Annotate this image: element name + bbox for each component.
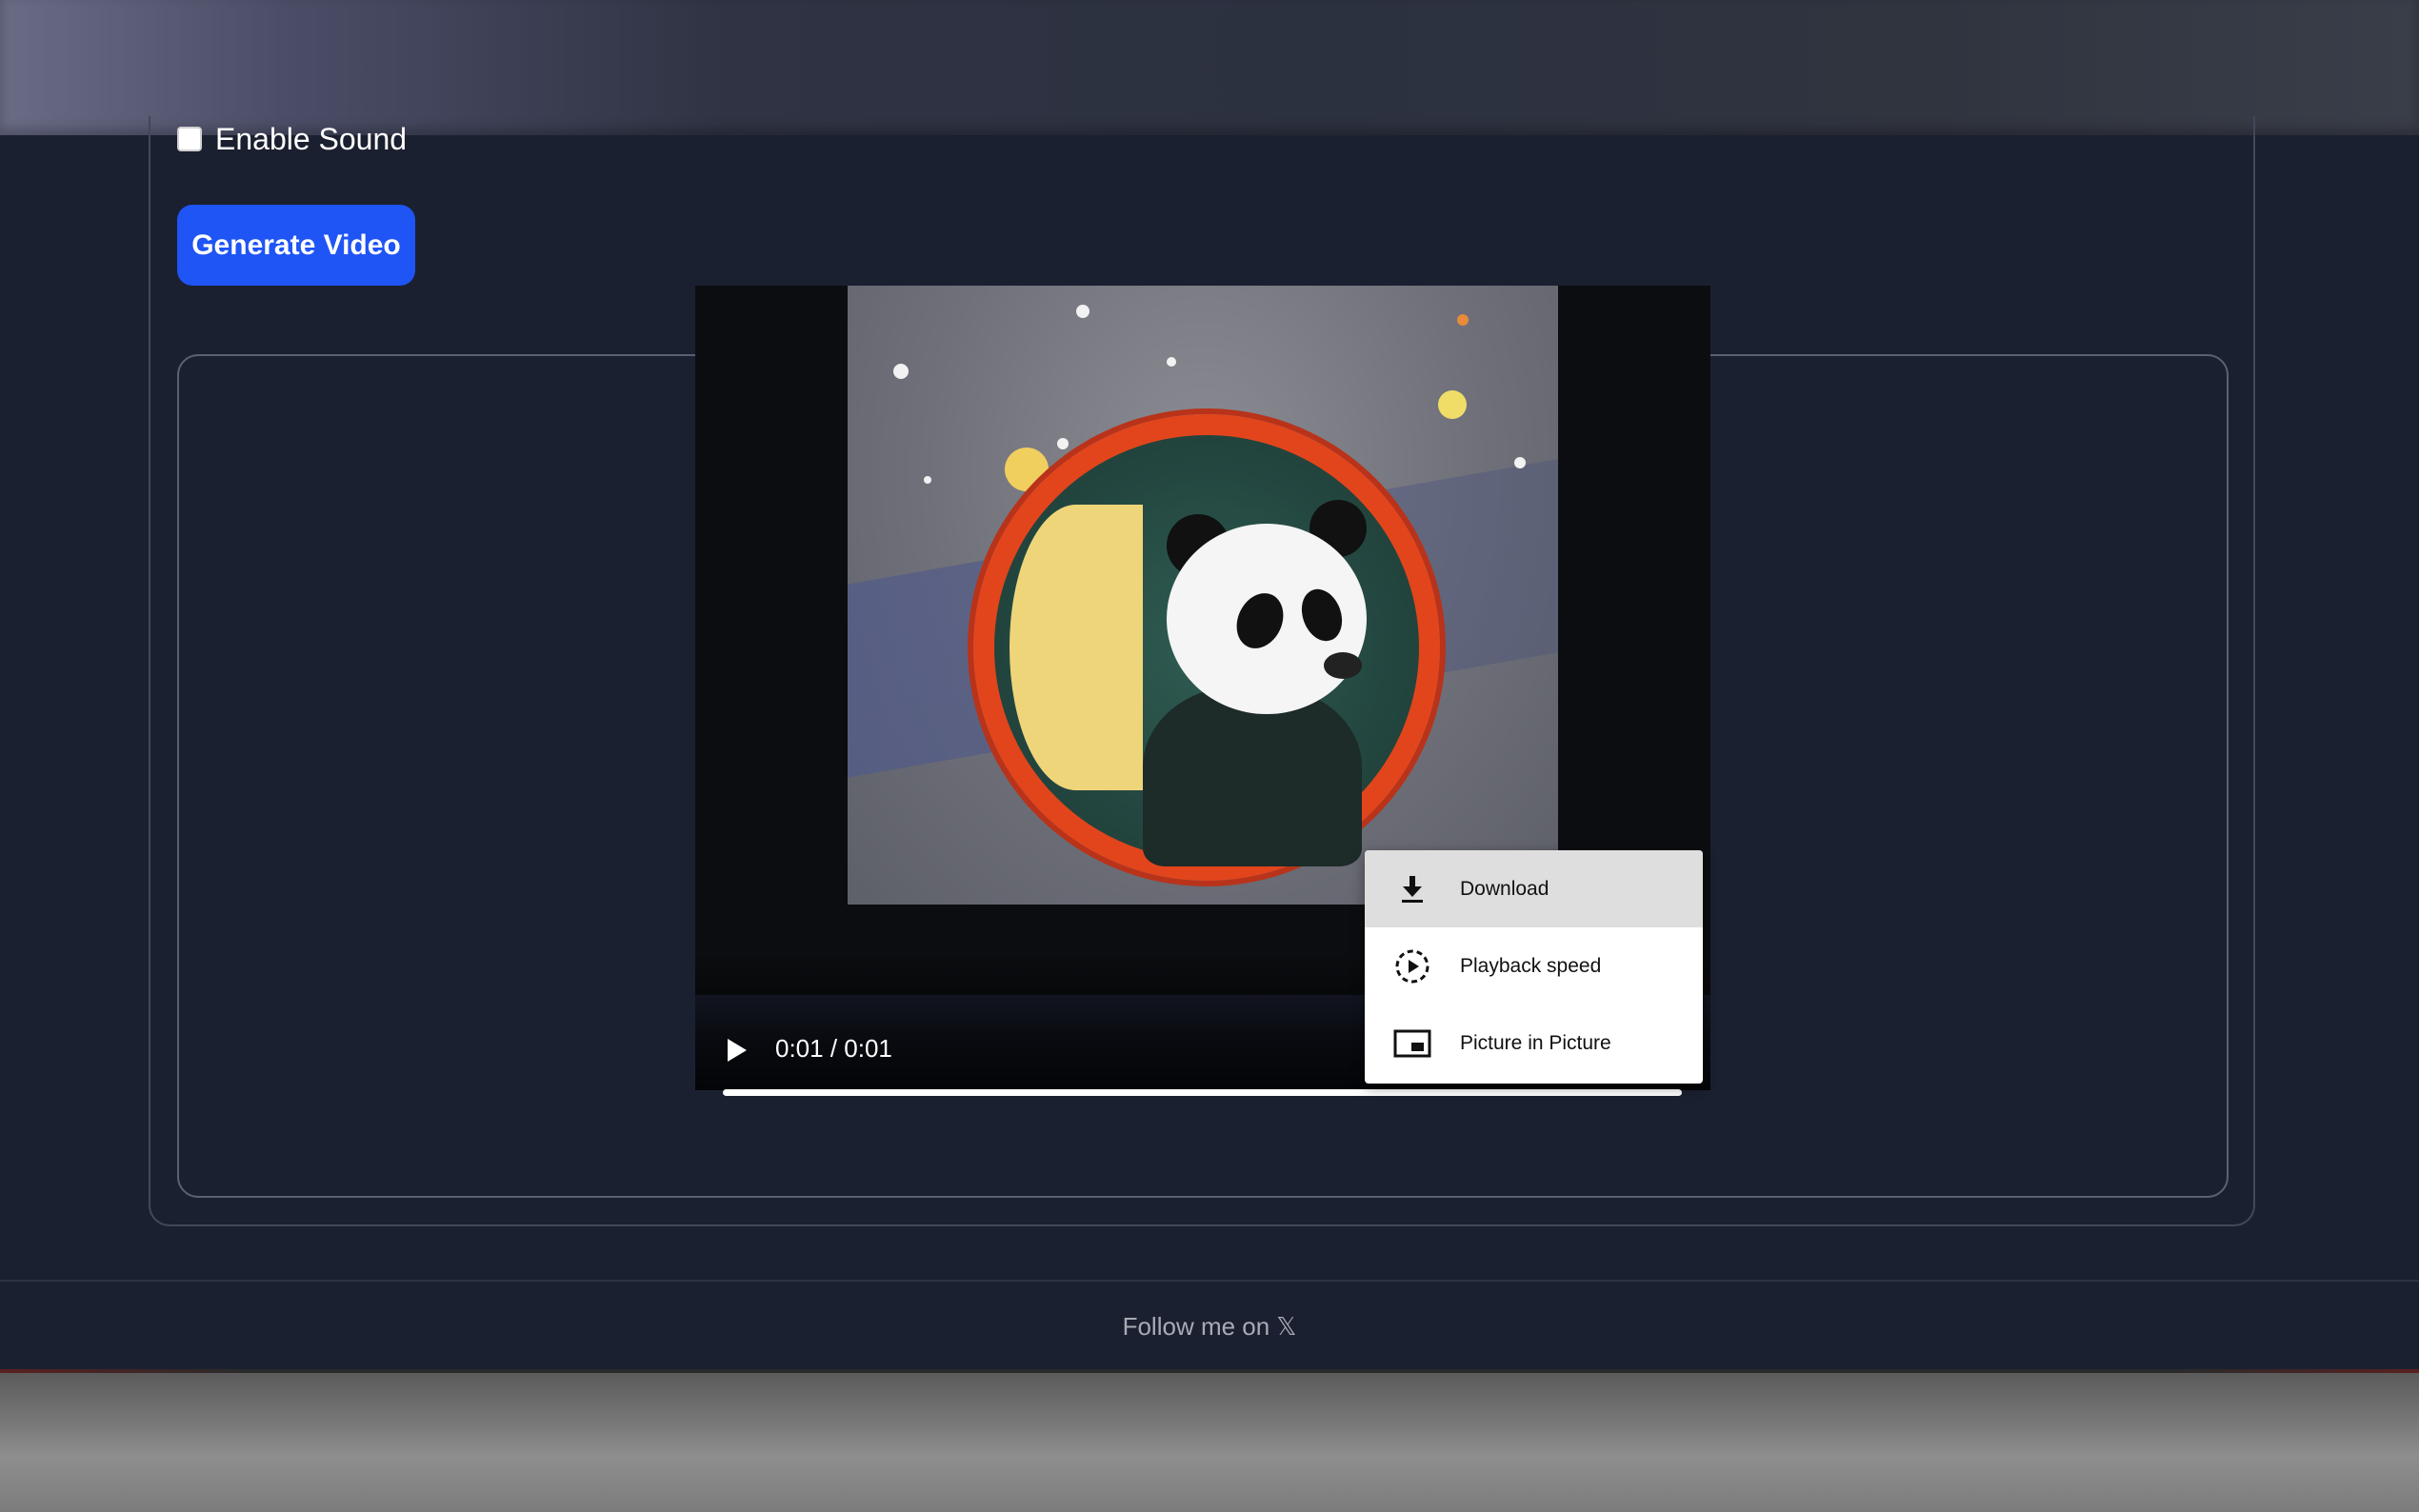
enable-sound-checkbox[interactable] [177,127,202,151]
generate-video-button[interactable]: Generate Video [177,205,415,286]
enable-sound-label: Enable Sound [215,121,408,156]
window-bottom-blur [0,1373,2419,1512]
picture-in-picture-icon [1365,1028,1460,1059]
time-display: 0:01 / 0:01 [775,1034,892,1063]
download-icon [1365,874,1460,905]
footer: Follow me on 𝕏 [0,1282,2419,1371]
play-icon[interactable] [726,1038,749,1063]
window-top-blur [0,0,2419,135]
follow-link[interactable]: Follow me on 𝕏 [1123,1312,1297,1342]
video-frame [848,286,1558,905]
menu-item-label: Playback speed [1460,954,1602,977]
video-context-menu: Download Playback speed Picture in Pictu… [1365,850,1703,1084]
enable-sound-row[interactable]: Enable Sound [177,120,407,158]
menu-item-picture-in-picture[interactable]: Picture in Picture [1365,1005,1703,1082]
playback-speed-icon [1365,947,1460,985]
menu-item-download[interactable]: Download [1365,850,1703,927]
menu-item-label: Download [1460,877,1549,900]
menu-item-label: Picture in Picture [1460,1031,1611,1054]
menu-item-playback-speed[interactable]: Playback speed [1365,927,1703,1005]
progress-bar[interactable] [723,1089,1682,1096]
